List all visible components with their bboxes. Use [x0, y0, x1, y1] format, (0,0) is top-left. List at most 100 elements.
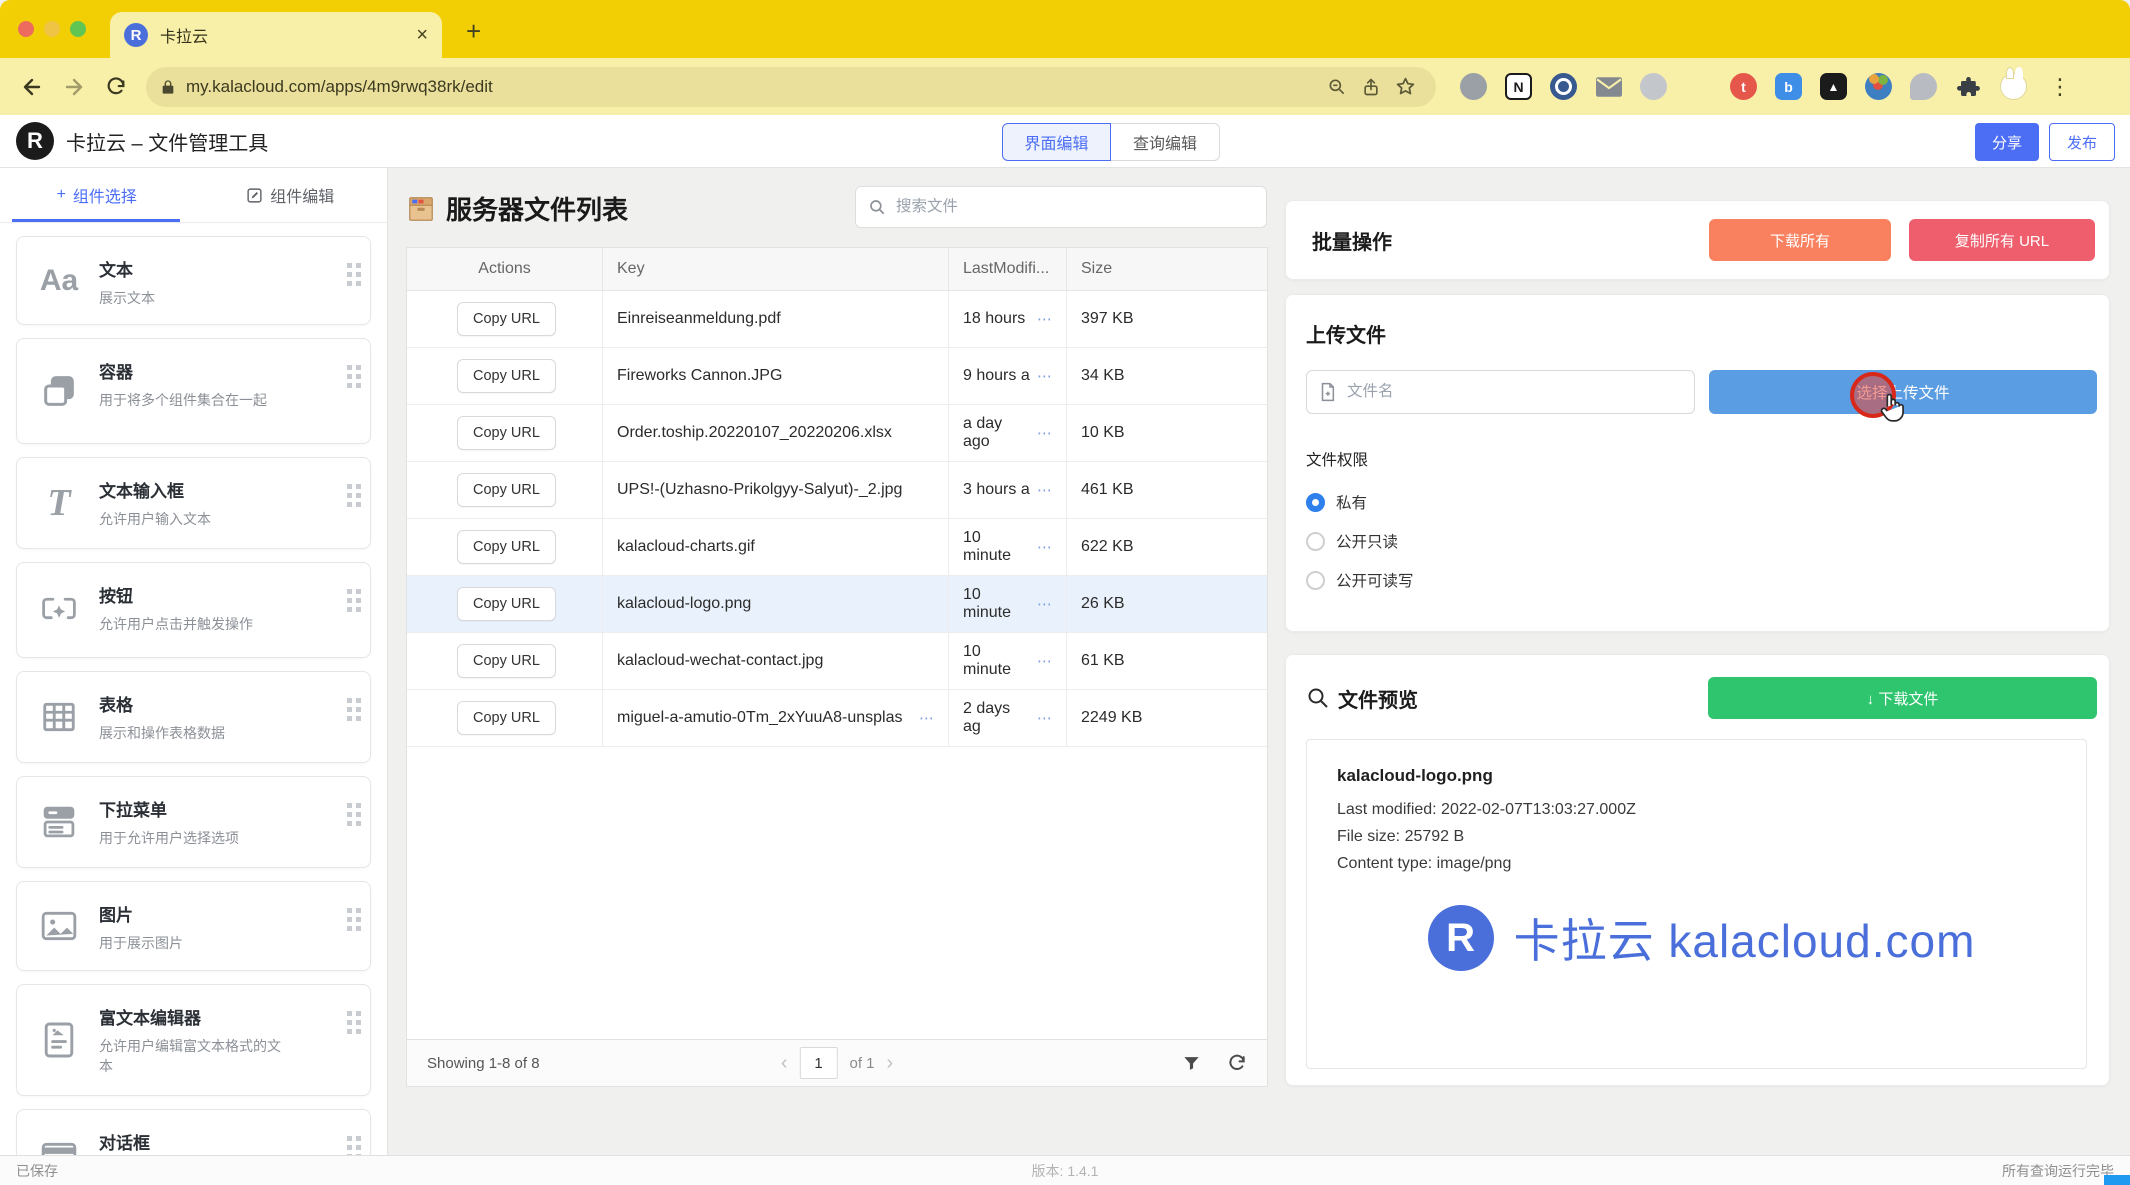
table-row[interactable]: Copy URL kalacloud-charts.gif 10 minute⋯… [407, 519, 1267, 576]
new-tab-button[interactable]: + [466, 18, 481, 44]
mail-icon[interactable] [1595, 73, 1622, 100]
download-file-button[interactable]: ↓ 下载文件 [1708, 677, 2097, 719]
browser-tab[interactable]: R 卡拉云 × [110, 12, 442, 58]
address-bar[interactable]: my.kalacloud.com/apps/4m9rwq38rk/edit [146, 67, 1436, 107]
table-row[interactable]: Copy URL Fireworks Cannon.JPG 9 hours a⋯… [407, 348, 1267, 405]
sidebar-tab-component-select[interactable]: + 组件选择 [0, 168, 194, 222]
url-text[interactable]: my.kalacloud.com/apps/4m9rwq38rk/edit [186, 77, 1320, 97]
radio-icon[interactable] [1306, 571, 1325, 590]
table-row[interactable]: Copy URL Einreiseanmeldung.pdf 18 hours⋯… [407, 291, 1267, 348]
tab-ui-edit[interactable]: 界面编辑 [1002, 123, 1111, 161]
publish-button[interactable]: 发布 [2049, 123, 2115, 161]
rabbit-avatar-icon[interactable] [2000, 73, 2027, 100]
drag-handle-icon[interactable] [347, 1011, 352, 1016]
permission-option-public-readwrite[interactable]: 公开可读写 [1306, 569, 2097, 591]
tab-close-icon[interactable]: × [416, 24, 428, 47]
component-card-table[interactable]: 表格 展示和操作表格数据 [16, 671, 371, 763]
ellipsis-icon[interactable]: ⋯ [1037, 424, 1052, 442]
swirl-icon[interactable] [1640, 73, 1667, 100]
toggl-icon[interactable]: t [1730, 73, 1757, 100]
copy-url-button[interactable]: Copy URL [457, 644, 556, 678]
copy-url-button[interactable]: Copy URL [457, 473, 556, 507]
component-card-button[interactable]: 按钮 允许用户点击并触发操作 [16, 562, 371, 658]
notion-icon[interactable]: N [1505, 73, 1532, 100]
ellipsis-icon[interactable]: ⋯ [1037, 538, 1052, 556]
component-card-richtext[interactable]: 富文本编辑器 允许用户编辑富文本格式的文本 [16, 984, 371, 1096]
table-row[interactable]: Copy URL kalacloud-wechat-contact.jpg 10… [407, 633, 1267, 690]
ellipsis-icon[interactable]: ⋯ [1037, 367, 1052, 385]
sidebar-tab-component-edit[interactable]: 组件编辑 [194, 168, 388, 222]
table-row-selected[interactable]: Copy URL kalacloud-logo.png 10 minute⋯ 2… [407, 576, 1267, 633]
ellipsis-icon[interactable]: ⋯ [1037, 652, 1052, 670]
browser-menu-icon[interactable]: ⋮ [2049, 74, 2073, 100]
pomodoro-icon[interactable] [1460, 73, 1487, 100]
permission-option-public-read[interactable]: 公开只读 [1306, 530, 2097, 552]
component-card-text-input[interactable]: T 文本输入框 允许用户输入文本 [16, 457, 371, 549]
component-card-image[interactable]: 图片 用于展示图片 [16, 881, 371, 970]
grid-icon[interactable] [1685, 73, 1712, 100]
filter-icon[interactable] [1182, 1054, 1201, 1073]
filename-input[interactable] [1345, 382, 1682, 402]
share-button[interactable]: 分享 [1975, 123, 2039, 161]
ellipsis-icon[interactable]: ⋯ [1037, 595, 1052, 613]
window-close-button[interactable] [18, 21, 34, 37]
copy-url-button[interactable]: Copy URL [457, 530, 556, 564]
column-header-lastmodified[interactable]: LastModifi... [949, 248, 1067, 290]
filename-field[interactable] [1306, 370, 1695, 414]
copy-url-button[interactable]: Copy URL [457, 587, 556, 621]
ellipsis-icon[interactable]: ⋯ [1037, 709, 1052, 727]
ellipsis-icon[interactable]: ⋯ [1037, 310, 1052, 328]
next-page-icon[interactable]: › [887, 1052, 894, 1075]
tab-query-edit[interactable]: 查询编辑 [1111, 123, 1220, 161]
drag-handle-icon[interactable] [347, 698, 352, 703]
bookmark-star-icon[interactable] [1388, 70, 1422, 104]
prev-page-icon[interactable]: ‹ [781, 1052, 788, 1075]
copy-url-button[interactable]: Copy URL [457, 302, 556, 336]
drag-handle-icon[interactable] [347, 1136, 352, 1141]
copy-all-urls-button[interactable]: 复制所有 URL [1909, 219, 2095, 261]
permission-option-private[interactable]: 私有 [1306, 491, 2097, 513]
column-header-key[interactable]: Key [603, 248, 949, 290]
download-all-button[interactable]: 下载所有 [1709, 219, 1891, 261]
table-row[interactable]: Copy URL Order.toship.20220107_20220206.… [407, 405, 1267, 462]
preview-file-size: File size: 25792 B [1337, 828, 2066, 846]
drag-handle-icon[interactable] [347, 263, 352, 268]
page-number-input[interactable] [799, 1047, 837, 1079]
component-card-dialog[interactable]: 对话框 弹出对话框允许用户进行交互 [16, 1109, 371, 1155]
radio-icon[interactable] [1306, 532, 1325, 551]
component-card-text[interactable]: Aa 文本 展示文本 [16, 236, 371, 325]
table-row[interactable]: Copy URL miguel-a-amutio-0Tm_2xYuuA8-uns… [407, 690, 1267, 747]
share-icon[interactable] [1354, 70, 1388, 104]
copy-url-button[interactable]: Copy URL [457, 416, 556, 450]
fruit-bowl-icon[interactable] [1865, 73, 1892, 100]
window-zoom-button[interactable] [70, 21, 86, 37]
file-search[interactable] [855, 186, 1267, 228]
onepassword-icon[interactable] [1550, 73, 1577, 100]
ellipsis-icon[interactable]: ⋯ [919, 709, 934, 727]
forward-button[interactable] [56, 69, 92, 105]
column-header-size[interactable]: Size [1067, 248, 1267, 290]
drag-handle-icon[interactable] [347, 803, 352, 808]
drag-handle-icon[interactable] [347, 365, 352, 370]
drag-handle-icon[interactable] [347, 908, 352, 913]
column-header-actions[interactable]: Actions [407, 248, 603, 290]
component-card-dropdown[interactable]: 下拉菜单 用于允许用户选择选项 [16, 776, 371, 868]
zoom-out-icon[interactable] [1320, 70, 1354, 104]
table-row[interactable]: Copy URL UPS!-(Uzhasno-Prikolgyy-Salyut)… [407, 462, 1267, 519]
drag-handle-icon[interactable] [347, 484, 352, 489]
reload-button[interactable] [98, 69, 134, 105]
drag-handle-icon[interactable] [347, 589, 352, 594]
radio-selected-icon[interactable] [1306, 493, 1325, 512]
back-button[interactable] [14, 69, 50, 105]
ellipsis-icon[interactable]: ⋯ [1037, 481, 1052, 499]
refresh-icon[interactable] [1227, 1053, 1247, 1073]
chat-icon[interactable] [1910, 73, 1937, 100]
puzzle-icon[interactable] [1955, 73, 1982, 100]
search-input[interactable] [894, 197, 1254, 217]
copy-url-button[interactable]: Copy URL [457, 701, 556, 735]
blue-app-icon[interactable]: b [1775, 73, 1802, 100]
copy-url-button[interactable]: Copy URL [457, 359, 556, 393]
component-card-container[interactable]: 容器 用于将多个组件集合在一起 [16, 338, 371, 444]
arrow-app-icon[interactable]: ▲ [1820, 73, 1847, 100]
window-minimize-button[interactable] [44, 21, 60, 37]
